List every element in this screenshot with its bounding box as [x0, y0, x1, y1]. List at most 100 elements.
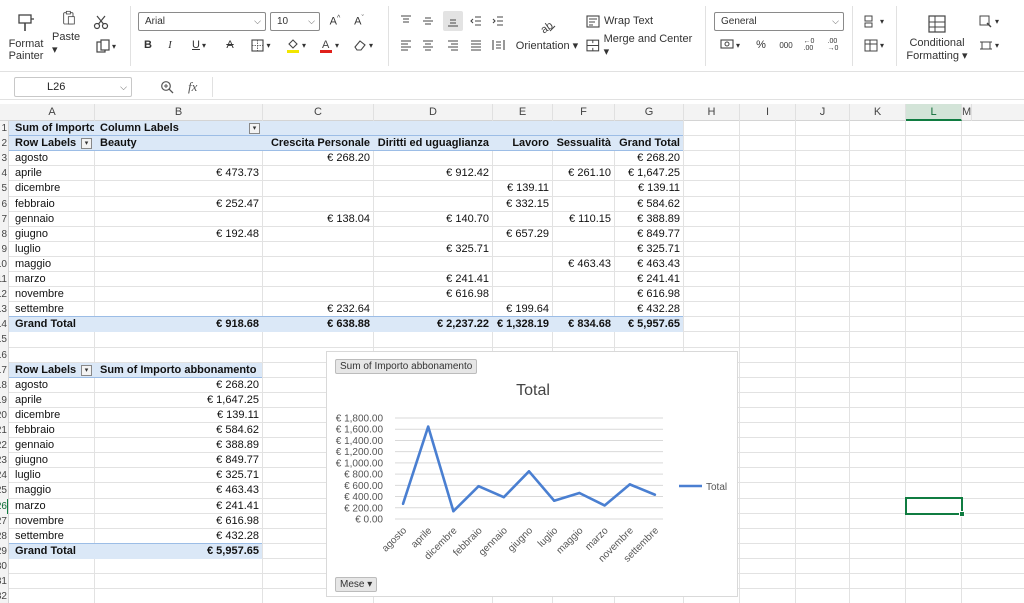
data-point[interactable] [578, 491, 581, 495]
percent-button[interactable]: % [752, 36, 770, 54]
column-header-d[interactable]: D [374, 104, 493, 121]
pivot1-value-cell[interactable]: € 325.71 [373, 242, 492, 257]
pivot1-col-header[interactable]: Beauty [94, 136, 262, 151]
increase-decimal-button[interactable]: ←0.00 [800, 36, 818, 54]
pivot1-value-cell[interactable]: € 473.73 [94, 166, 262, 181]
number-format-select[interactable]: General ⌵ [714, 12, 844, 31]
zoom-icon[interactable] [160, 80, 174, 94]
pivot1-value-cell[interactable]: € 616.98 [614, 287, 683, 302]
pivot1-value-cell[interactable]: € 268.20 [262, 151, 373, 166]
increase-font-button[interactable]: A^ [326, 12, 344, 30]
formula-input[interactable] [212, 77, 1024, 97]
pivot1-row-label[interactable]: settembre [9, 302, 94, 317]
pivot1-value-cell[interactable]: € 463.43 [552, 257, 614, 272]
pivot1-value-cell[interactable]: € 241.41 [373, 272, 492, 287]
pivot2-value-cell[interactable]: € 325.71 [94, 468, 262, 483]
row-header-20[interactable]: 20 [0, 408, 7, 423]
pivot1-row-label[interactable]: marzo [9, 272, 94, 287]
pivot1-value-cell[interactable]: € 332.15 [492, 197, 552, 212]
row-header-7[interactable]: 7 [1, 212, 7, 227]
row-header-9[interactable]: 9 [1, 242, 7, 257]
align-bottom-button[interactable] [443, 11, 463, 31]
cell-styles-button[interactable]: ▾ [976, 12, 1002, 30]
row-header-18[interactable]: 18 [0, 378, 7, 393]
row-header-22[interactable]: 22 [0, 438, 7, 453]
orientation-button[interactable]: ab Orientation ▾ [512, 10, 582, 56]
row-header-15[interactable]: 15 [0, 332, 7, 347]
row-header-5[interactable]: 5 [1, 181, 7, 196]
pivot2-value-cell[interactable]: € 388.89 [94, 438, 262, 453]
pivot1-value-cell[interactable]: € 432.28 [614, 302, 683, 317]
pivot1-value-cell[interactable]: € 261.10 [552, 166, 614, 181]
row-header-28[interactable]: 28 [0, 529, 7, 544]
align-right-button[interactable] [445, 36, 461, 54]
column-header-l[interactable]: L [906, 104, 962, 121]
align-center-button[interactable] [420, 36, 436, 54]
pivot1-value-cell[interactable]: € 140.70 [373, 212, 492, 227]
pivot2-value-cell[interactable]: € 1,647.25 [94, 393, 262, 408]
merge-center-button[interactable]: Merge and Center ▾ [586, 33, 698, 58]
pivot1-column-labels[interactable]: Column Labels [94, 121, 262, 136]
pivot1-row-filter-button[interactable]: ▾ [81, 138, 92, 150]
pivot2-row-label[interactable]: giugno [9, 453, 94, 468]
series-line-total[interactable] [401, 425, 656, 513]
pivot1-value-cell[interactable]: € 325.71 [614, 242, 683, 257]
pivot1-col-header[interactable]: Crescita Personale [262, 136, 373, 151]
row-header-30[interactable]: 30 [0, 559, 7, 574]
pivot1-grand-total-value[interactable]: € 918.68 [94, 317, 262, 332]
column-header-j[interactable]: J [796, 104, 850, 121]
pivot2-row-label[interactable]: luglio [9, 468, 94, 483]
pivot-chart[interactable]: Sum of Importo abbonamento Total € 0.00 €… [326, 351, 738, 597]
data-point[interactable] [553, 499, 556, 502]
increase-indent-button[interactable] [490, 12, 506, 30]
row-header-31[interactable]: 31 [0, 574, 7, 589]
decrease-decimal-button[interactable]: .00 →0 [824, 36, 842, 54]
conditional-formatting-button[interactable]: Conditional Formatting ▾ [902, 10, 972, 66]
data-point[interactable] [628, 483, 631, 486]
italic-button[interactable]: I [162, 36, 178, 54]
format-painter-button[interactable]: Format Painter [6, 10, 46, 64]
fill-handle[interactable] [959, 511, 965, 517]
pivot2-value-cell[interactable]: € 432.28 [94, 529, 262, 544]
row-header-16[interactable]: 16 [0, 348, 7, 363]
pivot1-value-cell[interactable]: € 1,647.25 [614, 166, 683, 181]
column-header-h[interactable]: H [684, 104, 740, 121]
pivot1-grand-total-value[interactable]: € 834.68 [552, 317, 614, 332]
pivot1-value-cell[interactable]: € 199.64 [492, 302, 552, 317]
data-point[interactable] [427, 425, 430, 428]
justify-button[interactable] [468, 36, 484, 54]
pivot2-value-cell[interactable]: € 268.20 [94, 378, 262, 393]
column-header-m[interactable]: M [962, 104, 973, 121]
bold-button[interactable]: B [140, 36, 156, 54]
format-as-table-button[interactable]: ▾ [860, 36, 888, 54]
column-header-b[interactable]: B [95, 104, 263, 121]
pivot1-value-cell[interactable]: € 268.20 [614, 151, 683, 166]
column-header-c[interactable]: C [263, 104, 374, 121]
row-header-26[interactable]: 26 [0, 498, 8, 514]
pivot1-grand-total-label[interactable]: Grand Total [9, 317, 94, 332]
font-color-button[interactable]: A ▾ [316, 36, 342, 54]
pivot2-row-label[interactable]: settembre [9, 529, 94, 544]
pivot1-value-cell[interactable]: € 110.15 [552, 212, 614, 227]
row-header-14[interactable]: 14 [0, 317, 7, 332]
row-header-4[interactable]: 4 [1, 166, 7, 181]
pivot2-row-label[interactable]: aprile [9, 393, 94, 408]
pivot2-row-label[interactable]: dicembre [9, 408, 94, 423]
data-point[interactable] [502, 495, 505, 499]
data-point[interactable] [401, 502, 405, 506]
row-header-3[interactable]: 3 [1, 151, 7, 166]
row-header-17[interactable]: 17 [0, 363, 7, 378]
row-header-29[interactable]: 29 [0, 544, 7, 559]
pivot1-grand-total-value[interactable]: € 5,957.65 [614, 317, 683, 332]
clear-format-button[interactable]: ▾ [350, 36, 376, 54]
pivot2-value-cell[interactable]: € 584.62 [94, 423, 262, 438]
pivot1-value-cell[interactable]: € 139.11 [614, 181, 683, 196]
pivot2-row-label[interactable]: gennaio [9, 438, 94, 453]
row-header-23[interactable]: 23 [0, 453, 7, 468]
fill-color-button[interactable]: ▾ [282, 36, 310, 54]
pivot2-value-cell[interactable]: € 616.98 [94, 514, 262, 529]
pivot1-value-cell[interactable]: € 388.89 [614, 212, 683, 227]
row-header-6[interactable]: 6 [1, 197, 7, 212]
pivot1-value-cell[interactable]: € 232.64 [262, 302, 373, 317]
pivot1-row-label[interactable]: aprile [9, 166, 94, 181]
